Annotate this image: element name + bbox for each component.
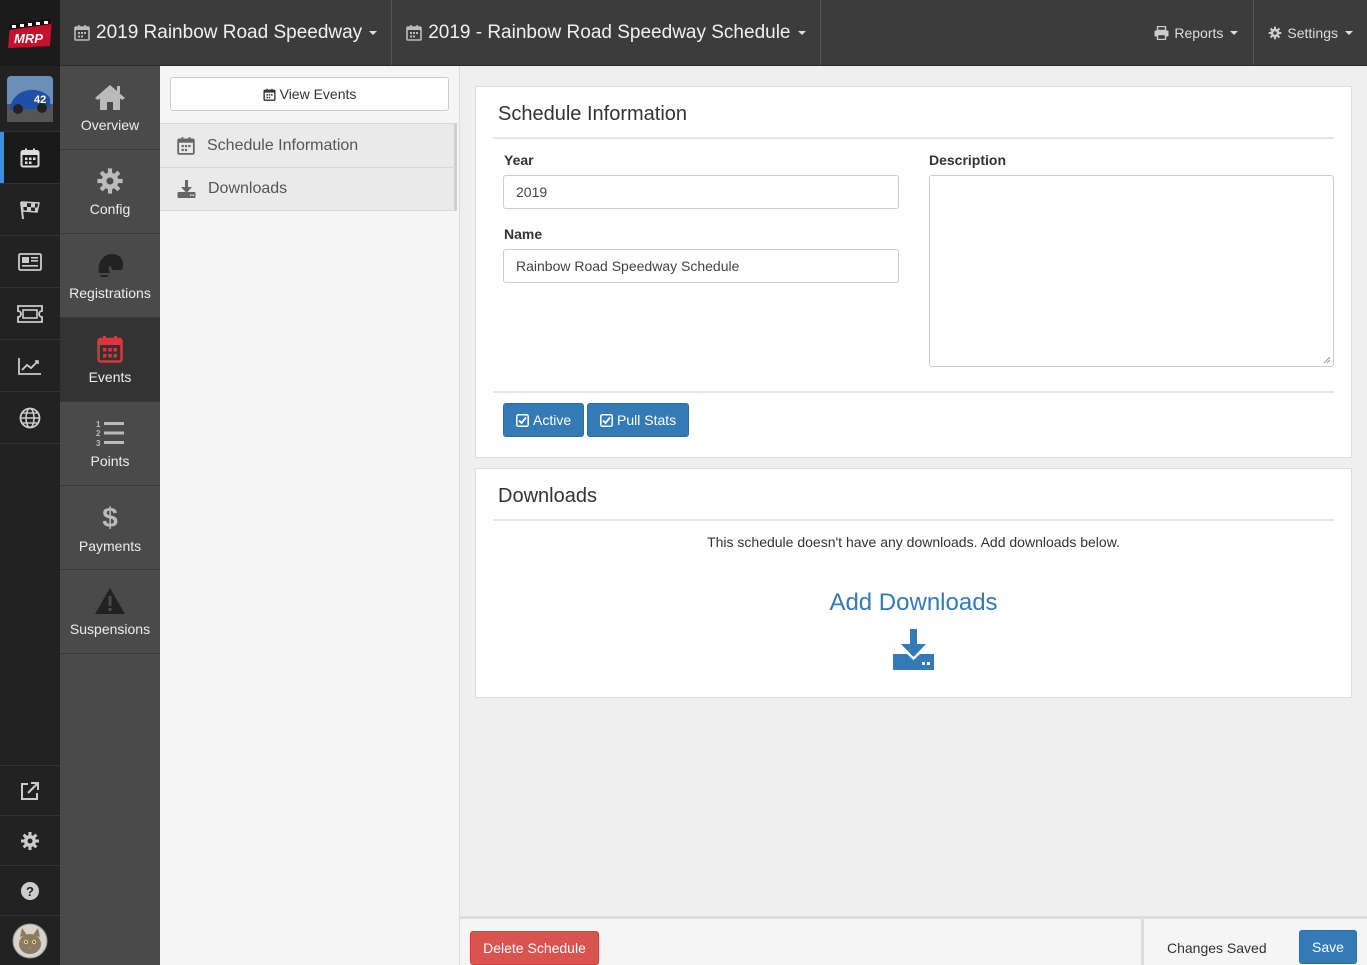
divider bbox=[1141, 919, 1144, 965]
home-icon bbox=[95, 84, 125, 110]
module-overview[interactable]: Overview bbox=[60, 66, 160, 150]
module-config[interactable]: Config bbox=[60, 150, 160, 234]
module-events[interactable]: Events bbox=[60, 318, 160, 402]
panel-title: Downloads bbox=[498, 485, 597, 507]
dollar-icon: $ bbox=[102, 502, 118, 532]
settings-menu[interactable]: Settings bbox=[1253, 0, 1367, 65]
top-bar: 2019 Rainbow Road Speedway 2019 - Rainbo… bbox=[60, 0, 1367, 66]
empty-downloads-message: This schedule doesn't have any downloads… bbox=[707, 534, 1120, 550]
reports-menu[interactable]: Reports bbox=[1140, 0, 1253, 65]
app-logo[interactable]: MRP bbox=[0, 0, 60, 66]
panel-title: Schedule Information bbox=[498, 103, 688, 125]
gear-icon bbox=[1269, 26, 1282, 39]
svg-text:MRP: MRP bbox=[14, 31, 43, 46]
rail-settings-icon[interactable] bbox=[0, 815, 60, 865]
action-bar: Delete Schedule Changes Saved Save bbox=[460, 916, 1367, 965]
svg-text:42: 42 bbox=[34, 94, 46, 106]
active-toggle-button[interactable]: Active bbox=[503, 403, 585, 437]
save-button[interactable]: Save bbox=[1299, 930, 1357, 964]
module-payments[interactable]: $ Payments bbox=[60, 486, 160, 570]
year-label: Year bbox=[504, 152, 534, 168]
gear-icon bbox=[97, 167, 123, 194]
rail-news-icon[interactable] bbox=[0, 236, 60, 288]
subnav-item-downloads[interactable]: Downloads bbox=[160, 167, 457, 211]
download-icon[interactable] bbox=[893, 629, 934, 670]
description-textarea[interactable] bbox=[929, 175, 1334, 367]
rail-ticket-icon[interactable] bbox=[0, 288, 60, 340]
downloads-panel: Downloads This schedule doesn't have any… bbox=[475, 468, 1352, 698]
divider bbox=[493, 137, 1334, 139]
svg-text:1: 1 bbox=[96, 420, 101, 429]
section-nav: View Events Schedule Information Downloa… bbox=[160, 66, 460, 965]
user-avatar[interactable] bbox=[0, 915, 60, 965]
rail-schedule-icon[interactable] bbox=[0, 132, 60, 184]
series-avatar[interactable]: 42 bbox=[0, 66, 60, 132]
pull-stats-toggle-button[interactable]: Pull Stats bbox=[587, 403, 690, 437]
module-nav: Overview Config Registrations Events 123… bbox=[60, 66, 160, 965]
helmet-icon bbox=[98, 253, 124, 277]
calendar-icon bbox=[177, 137, 195, 155]
view-events-button[interactable]: View Events bbox=[170, 77, 449, 111]
rail-chart-icon[interactable] bbox=[0, 340, 60, 392]
subnav-item-schedule-information[interactable]: Schedule Information bbox=[160, 123, 457, 167]
divider bbox=[493, 519, 1334, 521]
rail-globe-icon[interactable] bbox=[0, 392, 60, 444]
list-ordered-icon: 123 bbox=[96, 420, 124, 447]
app-rail: MRP 42 ? bbox=[0, 0, 60, 965]
calendar-icon bbox=[97, 335, 123, 363]
svg-text:2: 2 bbox=[96, 429, 101, 438]
caret-down-icon bbox=[369, 30, 378, 35]
svg-text:3: 3 bbox=[96, 439, 101, 447]
divider bbox=[493, 391, 1334, 393]
year-input[interactable]: 2019 bbox=[503, 175, 899, 209]
calendar-icon bbox=[406, 25, 422, 41]
download-icon bbox=[177, 180, 196, 198]
series-selector[interactable]: 2019 Rainbow Road Speedway bbox=[60, 0, 393, 65]
calendar-icon bbox=[263, 88, 276, 101]
warning-icon bbox=[95, 587, 125, 614]
schedule-information-panel: Schedule Information Year 2019 Name Rain… bbox=[475, 86, 1352, 458]
name-label: Name bbox=[504, 226, 543, 242]
calendar-icon bbox=[74, 25, 90, 41]
print-icon bbox=[1154, 25, 1169, 40]
svg-text:?: ? bbox=[26, 884, 34, 899]
svg-text:$: $ bbox=[102, 502, 118, 532]
name-input[interactable]: Rainbow Road Speedway Schedule bbox=[503, 249, 899, 283]
add-downloads-link[interactable]: Add Downloads bbox=[476, 589, 1351, 617]
module-points[interactable]: 123 Points bbox=[60, 402, 160, 486]
delete-schedule-button[interactable]: Delete Schedule bbox=[470, 931, 599, 965]
checkbox-checked-icon bbox=[600, 413, 613, 427]
checkbox-checked-icon bbox=[516, 413, 529, 427]
module-registrations[interactable]: Registrations bbox=[60, 234, 160, 318]
schedule-selector[interactable]: 2019 - Rainbow Road Speedway Schedule bbox=[392, 0, 821, 65]
rail-checkered-flag-icon[interactable] bbox=[0, 184, 60, 236]
series-name: 2019 Rainbow Road Speedway bbox=[96, 21, 363, 43]
rail-help-icon[interactable]: ? bbox=[0, 865, 60, 915]
rail-external-link-icon[interactable] bbox=[0, 765, 60, 815]
caret-down-icon bbox=[797, 30, 806, 35]
save-status: Changes Saved bbox=[1167, 940, 1267, 956]
schedule-name: 2019 - Rainbow Road Speedway Schedule bbox=[428, 21, 791, 43]
description-label: Description bbox=[929, 152, 1007, 168]
caret-down-icon bbox=[1230, 30, 1239, 35]
module-suspensions[interactable]: Suspensions bbox=[60, 570, 160, 654]
resize-handle-icon[interactable] bbox=[1323, 356, 1331, 364]
caret-down-icon bbox=[1345, 30, 1353, 35]
